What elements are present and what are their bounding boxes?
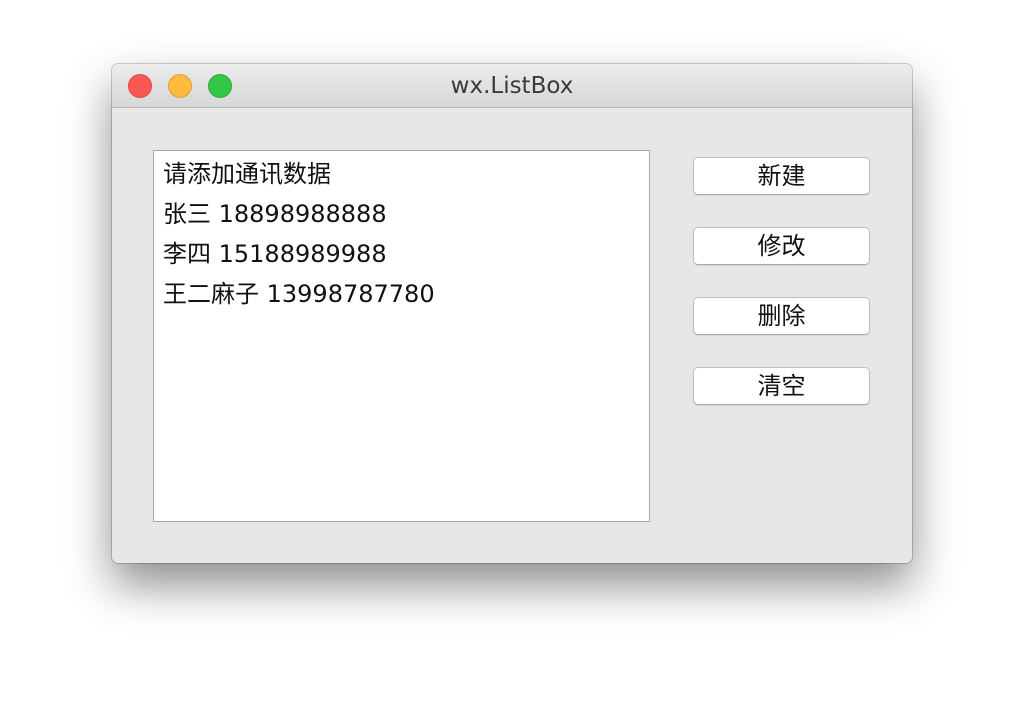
clear-button[interactable]: 清空 [693, 367, 870, 405]
delete-button[interactable]: 删除 [693, 297, 870, 335]
new-button[interactable]: 新建 [693, 157, 870, 195]
edit-button[interactable]: 修改 [693, 227, 870, 265]
list-item[interactable]: 张三 18898988888 [154, 197, 649, 237]
title-bar[interactable]: wx.ListBox [112, 64, 912, 108]
list-item[interactable]: 请添加通讯数据 [154, 157, 649, 197]
window-title: wx.ListBox [450, 73, 574, 99]
contact-listbox[interactable]: 请添加通讯数据 张三 18898988888 李四 15188989988 王二… [153, 150, 650, 522]
app-window: wx.ListBox 请添加通讯数据 张三 18898988888 李四 151… [112, 64, 912, 563]
list-item[interactable]: 王二麻子 13998787780 [154, 277, 649, 317]
list-item[interactable]: 李四 15188989988 [154, 237, 649, 277]
